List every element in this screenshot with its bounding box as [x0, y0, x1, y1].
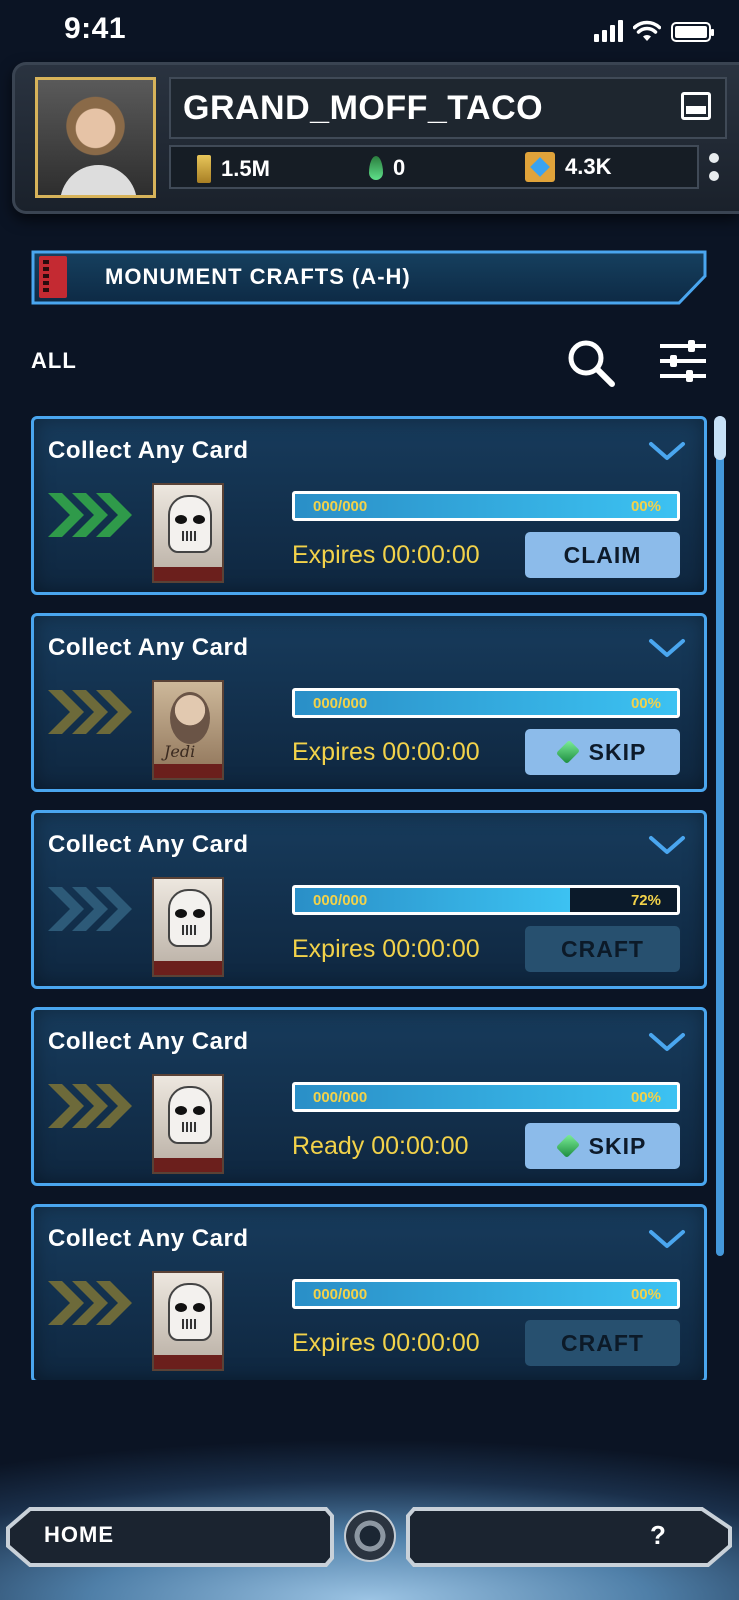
progress-bar: 000/000 00% [292, 1082, 680, 1112]
search-icon[interactable] [566, 338, 616, 388]
progress-percent: 00% [630, 695, 661, 712]
craft-timer: Expires 00:00:00 [292, 935, 480, 963]
chevron-down-icon[interactable] [648, 636, 686, 660]
status-bar: 9:41 [0, 0, 739, 62]
credits-display: 1.5M [197, 155, 270, 183]
battery-icon [671, 22, 714, 42]
progress-bar: 000/000 00% [292, 688, 680, 718]
action-label: CRAFT [561, 1329, 644, 1356]
card-thumbnail[interactable] [152, 1271, 224, 1371]
category-banner[interactable]: MONUMENT CRAFTS (A-H) [31, 250, 707, 305]
card-thumbnail[interactable]: Jedi [152, 680, 224, 780]
progress-bar: 000/000 00% [292, 491, 680, 521]
chevron-down-icon[interactable] [648, 1227, 686, 1251]
crystals-value: 0 [393, 155, 406, 180]
craft-card[interactable]: Collect Any Card 000/000 72% Expires 00:… [31, 810, 707, 989]
progress-arrows-icon [48, 1084, 132, 1128]
craft-timer: Expires 00:00:00 [292, 738, 480, 766]
skip-button[interactable]: SKIP [525, 1123, 680, 1169]
craft-button[interactable]: CRAFT [525, 926, 680, 972]
tokens-value: 4.3K [565, 154, 612, 179]
username: GRAND_MOFF_TACO [183, 89, 544, 127]
craft-card[interactable]: Collect Any Card 000/000 00% Expires 00:… [31, 416, 707, 595]
status-icons [594, 20, 714, 42]
progress-count: 000/000 [313, 498, 368, 515]
progress-arrows-icon [48, 690, 132, 734]
progress-arrows-icon [48, 493, 132, 537]
currency-bar: 1.5M 0 4.3K [169, 145, 699, 189]
progress-bar: 000/000 72% [292, 885, 680, 915]
action-label: SKIP [588, 738, 647, 765]
gem-icon [555, 739, 580, 765]
craft-title: Collect Any Card [48, 1225, 249, 1252]
card-thumbnail[interactable] [152, 877, 224, 977]
chevron-down-icon[interactable] [648, 1030, 686, 1054]
progress-percent: 00% [630, 498, 661, 515]
help-label[interactable]: ? [650, 1520, 666, 1551]
progress-arrows-icon [48, 887, 132, 931]
scrollbar-track[interactable] [716, 416, 724, 1256]
status-time: 9:41 [64, 12, 127, 45]
signal-icon [594, 20, 623, 42]
progress-count: 000/000 [313, 1089, 368, 1106]
gem-icon [555, 1133, 580, 1159]
home-label[interactable]: HOME [44, 1522, 114, 1548]
filter-sliders-icon[interactable] [658, 338, 708, 384]
progress-arrows-icon [48, 1281, 132, 1325]
craft-timer: Expires 00:00:00 [292, 1329, 480, 1357]
craft-title: Collect Any Card [48, 831, 249, 858]
progress-count: 000/000 [313, 1286, 368, 1303]
crystals-display: 0 [369, 155, 405, 181]
progress-percent: 00% [630, 1089, 661, 1106]
claim-button[interactable]: CLAIM [525, 532, 680, 578]
craft-card[interactable]: Collect Any Card 000/000 00% Ready 00:00… [31, 1007, 707, 1186]
skip-button[interactable]: SKIP [525, 729, 680, 775]
crystal-icon [369, 156, 383, 180]
craft-timer: Expires 00:00:00 [292, 541, 480, 569]
token-icon [525, 152, 555, 182]
binder-icon [39, 256, 67, 298]
hologram-icon[interactable] [344, 1510, 396, 1562]
craft-card[interactable]: Collect Any Card Jedi 000/000 00% Expire… [31, 613, 707, 792]
craft-title: Collect Any Card [48, 437, 249, 464]
card-thumbnail[interactable] [152, 1074, 224, 1174]
more-options-icon[interactable] [709, 153, 719, 181]
avatar[interactable] [35, 77, 156, 198]
profile-header: GRAND_MOFF_TACO 1.5M 0 4.3K [12, 62, 739, 214]
username-box: GRAND_MOFF_TACO [169, 77, 727, 139]
craft-title: Collect Any Card [48, 1028, 249, 1055]
craft-title: Collect Any Card [48, 634, 249, 661]
wifi-icon [633, 20, 661, 41]
action-label: CLAIM [563, 541, 642, 568]
help-button[interactable] [404, 1506, 736, 1568]
progress-bar: 000/000 00% [292, 1279, 680, 1309]
chevron-down-icon[interactable] [648, 833, 686, 857]
craft-timer: Ready 00:00:00 [292, 1132, 469, 1160]
scrollbar-thumb[interactable] [714, 416, 726, 460]
filter-all-label[interactable]: ALL [31, 348, 77, 374]
craft-card[interactable]: Collect Any Card 000/000 00% Expires 00:… [31, 1204, 707, 1383]
craft-button[interactable]: CRAFT [525, 1320, 680, 1366]
credits-icon [197, 155, 211, 183]
progress-percent: 00% [630, 1286, 661, 1303]
action-label: SKIP [588, 1132, 647, 1159]
progress-count: 000/000 [313, 892, 368, 909]
credits-value: 1.5M [221, 156, 270, 181]
progress-percent: 72% [630, 892, 661, 909]
inbox-icon[interactable] [681, 92, 711, 120]
category-title: MONUMENT CRAFTS (A-H) [105, 264, 411, 289]
tokens-display: 4.3K [525, 152, 611, 182]
bottom-nav: HOME ? [0, 1506, 739, 1568]
action-label: CRAFT [561, 935, 644, 962]
progress-count: 000/000 [313, 695, 368, 712]
craft-list: Collect Any Card 000/000 00% Expires 00:… [31, 416, 707, 1401]
card-thumbnail[interactable] [152, 483, 224, 583]
chevron-down-icon[interactable] [648, 439, 686, 463]
